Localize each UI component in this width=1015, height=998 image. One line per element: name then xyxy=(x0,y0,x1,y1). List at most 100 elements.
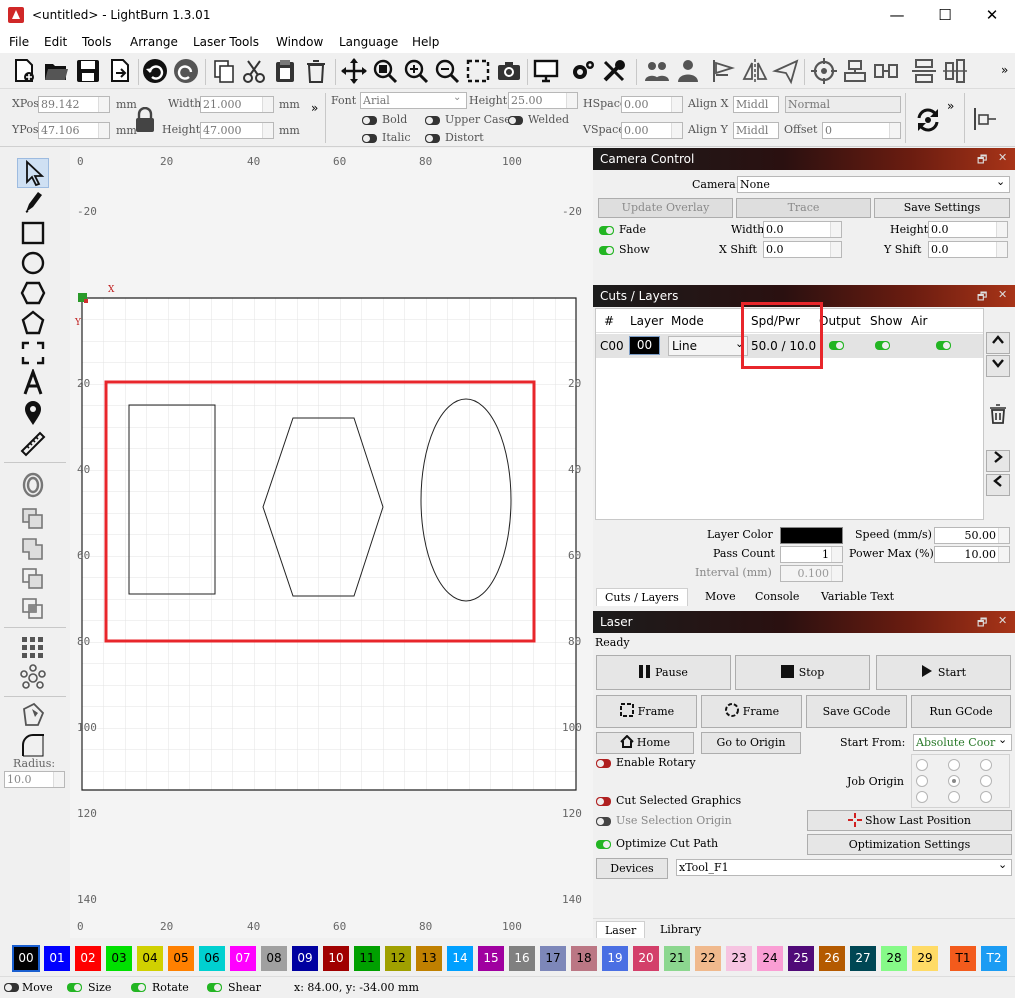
circular-array-icon[interactable] xyxy=(18,664,48,692)
device-settings-wrench-icon[interactable] xyxy=(600,57,628,85)
boolean-union-icon[interactable] xyxy=(18,535,48,563)
offset-shapes-icon[interactable] xyxy=(18,471,48,499)
delete-layer-icon[interactable] xyxy=(989,404,1007,424)
job-origin-radio[interactable] xyxy=(948,791,960,803)
camera-height-field[interactable]: 0.0 xyxy=(928,221,1008,238)
menu-help[interactable]: Help xyxy=(412,35,439,49)
palette-swatch-10[interactable]: 10 xyxy=(323,946,349,971)
menu-file[interactable]: File xyxy=(9,35,29,49)
row-show-toggle[interactable] xyxy=(875,341,890,350)
refresh-icon[interactable] xyxy=(914,106,942,134)
open-file-icon[interactable] xyxy=(42,57,70,85)
measure-ruler-icon[interactable] xyxy=(18,429,48,457)
palette-swatch-02[interactable]: 02 xyxy=(75,946,101,971)
palette-swatch-28[interactable]: 28 xyxy=(881,946,907,971)
palette-swatch-01[interactable]: 01 xyxy=(44,946,70,971)
palette-swatch-04[interactable]: 04 xyxy=(137,946,163,971)
welded-toggle[interactable] xyxy=(508,116,523,125)
home-button[interactable]: Home xyxy=(596,732,694,754)
enable-rotary-toggle[interactable] xyxy=(596,759,611,768)
settings-gear-icon[interactable] xyxy=(568,57,596,85)
align-centers-icon[interactable] xyxy=(841,57,869,85)
camera-capture-icon[interactable] xyxy=(495,57,523,85)
devices-button[interactable]: Devices xyxy=(596,858,668,879)
text-height-field[interactable]: 25.00 xyxy=(508,92,578,109)
italic-toggle[interactable] xyxy=(362,134,377,143)
pen-draw-icon[interactable] xyxy=(18,189,48,217)
size-toggle[interactable] xyxy=(67,983,82,992)
tab-laser[interactable]: Laser xyxy=(596,921,646,939)
show-toggle[interactable] xyxy=(599,246,614,255)
float-icon[interactable]: 🗗 xyxy=(977,288,987,307)
offset-field[interactable]: 0 xyxy=(822,122,901,139)
cut-icon[interactable] xyxy=(240,57,268,85)
ungroup-icon[interactable] xyxy=(674,57,702,85)
palette-swatch-07[interactable]: 07 xyxy=(230,946,256,971)
row-layer-swatch[interactable]: 00 xyxy=(629,336,660,355)
menu-arrange[interactable]: Arrange xyxy=(130,35,178,49)
optimize-cut-path-toggle[interactable] xyxy=(596,840,611,849)
close-icon[interactable]: ✕ xyxy=(982,6,1002,24)
tab-move[interactable]: Move xyxy=(697,588,744,605)
toolbar-overflow-icon[interactable]: » xyxy=(311,101,318,115)
run-gcode-button[interactable]: Run GCode xyxy=(911,695,1011,728)
pause-button[interactable]: Pause xyxy=(596,655,731,690)
flip-horizontal-icon[interactable] xyxy=(741,57,769,85)
move-toggle[interactable] xyxy=(4,983,19,992)
job-origin-radio[interactable] xyxy=(916,775,928,787)
interval-field[interactable]: 0.100 xyxy=(780,565,843,582)
palette-swatch-03[interactable]: 03 xyxy=(106,946,132,971)
select-arrow-icon[interactable] xyxy=(18,159,48,187)
tab-console[interactable]: Console xyxy=(747,588,807,605)
menu-edit[interactable]: Edit xyxy=(44,35,67,49)
shear-toggle[interactable] xyxy=(207,983,222,992)
palette-swatch-23[interactable]: 23 xyxy=(726,946,752,971)
expand-right-button[interactable] xyxy=(986,450,1010,472)
speed-field[interactable]: 50.00 xyxy=(934,527,1010,544)
job-origin-radio[interactable] xyxy=(980,759,992,771)
y-shift-field[interactable]: 0.0 xyxy=(928,241,1008,258)
float-icon[interactable]: 🗗 xyxy=(977,614,987,633)
palette-swatch-21[interactable]: 21 xyxy=(664,946,690,971)
corner-radius-icon[interactable] xyxy=(18,731,48,759)
align-edge-icon[interactable] xyxy=(972,106,998,132)
tab-variable-text[interactable]: Variable Text xyxy=(813,588,902,605)
new-file-icon[interactable] xyxy=(10,57,38,85)
save-gcode-button[interactable]: Save GCode xyxy=(806,695,907,728)
monitor-icon[interactable] xyxy=(532,57,560,85)
job-origin-radio[interactable] xyxy=(916,791,928,803)
palette-swatch-13[interactable]: 13 xyxy=(416,946,442,971)
pass-count-field[interactable]: 1 xyxy=(780,546,843,563)
center-target-icon[interactable] xyxy=(810,57,838,85)
menu-laser-tools[interactable]: Laser Tools xyxy=(193,35,259,49)
distribute-vertical-icon[interactable] xyxy=(910,57,938,85)
palette-swatch-20[interactable]: 20 xyxy=(633,946,659,971)
bold-toggle[interactable] xyxy=(362,116,377,125)
palette-swatch-t1[interactable]: T1 xyxy=(950,946,976,971)
xpos-field[interactable]: 89.142 xyxy=(38,96,110,113)
distribute-horizontal-icon[interactable] xyxy=(872,57,900,85)
toolbar-overflow-icon[interactable]: » xyxy=(947,99,954,113)
stop-button[interactable]: Stop xyxy=(735,655,870,690)
upper-case-toggle[interactable] xyxy=(425,116,440,125)
frame-corners-icon[interactable] xyxy=(18,339,48,367)
job-origin-radio[interactable] xyxy=(948,759,960,771)
text-tool-icon[interactable] xyxy=(18,369,48,397)
pentagon-tool-icon[interactable] xyxy=(18,309,48,337)
ellipse-tool-icon[interactable] xyxy=(18,249,48,277)
camera-dropdown[interactable]: None xyxy=(737,176,1010,193)
palette-swatch-12[interactable]: 12 xyxy=(385,946,411,971)
height-field[interactable]: 47.000 xyxy=(200,122,274,139)
export-icon[interactable] xyxy=(106,57,134,85)
frame-selection-icon[interactable] xyxy=(464,57,492,85)
maximize-icon[interactable]: ☐ xyxy=(935,6,955,24)
device-dropdown[interactable]: xTool_F1 xyxy=(676,859,1012,876)
fade-toggle[interactable] xyxy=(599,226,614,235)
copy-icon[interactable] xyxy=(210,57,238,85)
optimization-settings-button[interactable]: Optimization Settings xyxy=(807,834,1012,855)
text-style-dropdown[interactable]: Normal xyxy=(785,96,901,113)
palette-swatch-11[interactable]: 11 xyxy=(354,946,380,971)
trace-button[interactable]: Trace xyxy=(736,198,871,218)
palette-swatch-22[interactable]: 22 xyxy=(695,946,721,971)
send-icon[interactable] xyxy=(772,57,800,85)
